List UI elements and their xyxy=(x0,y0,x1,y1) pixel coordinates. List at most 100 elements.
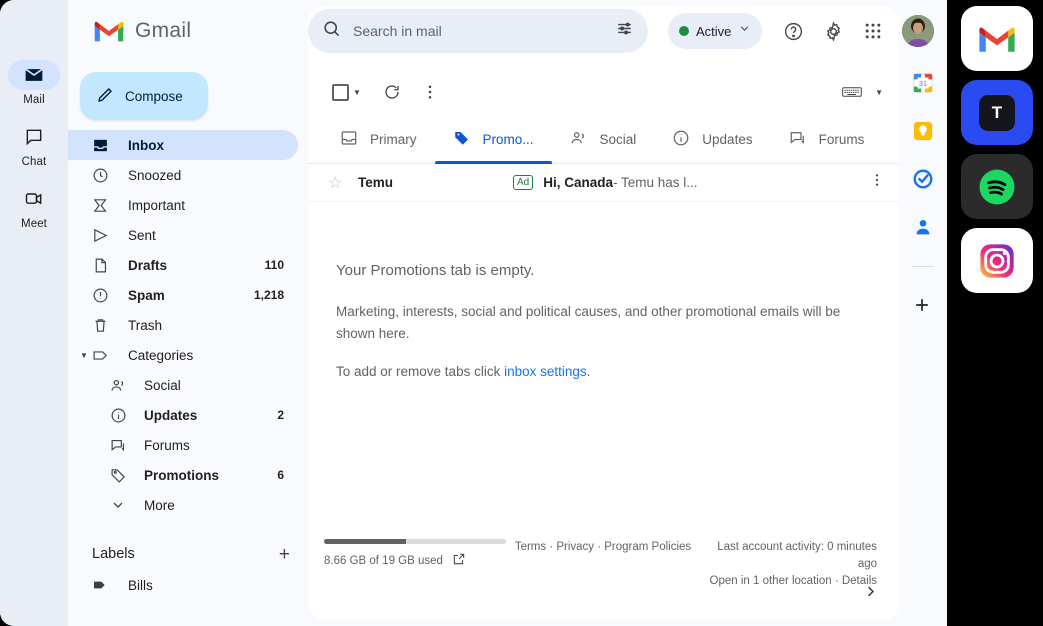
sidebar-item-drafts[interactable]: Drafts 110 xyxy=(68,250,298,280)
tab-primary[interactable]: Primary xyxy=(322,116,435,163)
labels-title: Labels xyxy=(92,546,135,562)
chevron-down-icon xyxy=(738,22,751,40)
tag-filled-icon xyxy=(92,577,114,593)
sidebar-item-sent[interactable]: Sent xyxy=(68,220,298,250)
gmail-logo-icon xyxy=(92,18,126,44)
rail-item-mail[interactable]: Mail xyxy=(6,60,62,106)
sidebar-item-more[interactable]: More xyxy=(68,490,298,520)
google-calendar-icon[interactable]: 31 xyxy=(912,72,934,94)
tab-label-updates: Updates xyxy=(702,132,752,147)
sidebar-item-promotions[interactable]: Promotions 6 xyxy=(68,460,298,490)
google-contacts-icon[interactable] xyxy=(912,216,934,238)
storage-section: 8.66 GB of 19 GB used xyxy=(324,539,514,569)
rail-item-chat[interactable]: Chat xyxy=(6,122,62,168)
mail-panel: ▼ ▼ xyxy=(308,6,899,620)
avatar[interactable] xyxy=(902,15,934,47)
add-app-icon[interactable] xyxy=(912,295,934,317)
status-chip[interactable]: Active xyxy=(668,13,762,49)
spam-icon xyxy=(92,287,114,304)
help-icon[interactable] xyxy=(776,14,810,48)
select-all-checkbox[interactable]: ▼ xyxy=(326,84,361,101)
activity-line-3[interactable]: Open in 1 other location · Details xyxy=(692,573,877,590)
sidebar-item-spam[interactable]: Spam 1,218 xyxy=(68,280,298,310)
chat-icon xyxy=(8,122,60,152)
sidebar-item-categories[interactable]: ▼ Categories xyxy=(68,340,298,370)
spotify-app-icon[interactable] xyxy=(961,154,1033,219)
header-icons xyxy=(776,14,934,48)
info-icon xyxy=(110,407,132,424)
compose-button[interactable]: Compose xyxy=(80,72,208,120)
create-label-button[interactable]: + xyxy=(279,545,290,564)
compose-label: Compose xyxy=(125,89,183,104)
draft-icon xyxy=(92,257,114,274)
rail-item-meet[interactable]: Meet xyxy=(6,184,62,230)
chevron-down-icon[interactable]: ▼ xyxy=(353,88,361,97)
more-options-button[interactable] xyxy=(413,75,447,109)
side-apps-panel: 31 xyxy=(899,0,947,626)
people-icon xyxy=(570,129,588,150)
table-row[interactable]: ☆ Temu Ad Hi, Canada - Temu has l... xyxy=(308,164,899,202)
search-bar[interactable] xyxy=(308,9,648,53)
caret-down-icon: ▼ xyxy=(80,351,88,360)
sidebar-item-social[interactable]: Social xyxy=(68,370,298,400)
apps-grid-icon[interactable] xyxy=(856,14,890,48)
storage-bar-fill xyxy=(324,539,406,544)
activity-line-1: Last account activity: 0 minutes xyxy=(692,539,877,556)
mail-sender: Temu xyxy=(358,175,513,190)
google-tasks-icon[interactable] xyxy=(912,168,934,190)
sidebar-item-trash[interactable]: Trash xyxy=(68,310,298,340)
chevron-down-icon[interactable]: ▼ xyxy=(875,88,883,97)
chevron-down-icon xyxy=(110,497,132,513)
empty-hint-suffix: . xyxy=(587,364,591,379)
sidebar-label-important: Important xyxy=(128,198,185,213)
label-icon xyxy=(92,347,114,364)
sidebar-item-forums[interactable]: Forums xyxy=(68,430,298,460)
tune-icon[interactable] xyxy=(615,19,634,43)
google-keep-icon[interactable] xyxy=(912,120,934,142)
sidebar-label-drafts: Drafts xyxy=(128,258,167,273)
todoist-app-icon[interactable]: T xyxy=(961,80,1033,145)
more-vertical-icon[interactable] xyxy=(869,172,885,193)
sidebar-item-updates[interactable]: Updates 2 xyxy=(68,400,298,430)
sidebar-item-inbox[interactable]: Inbox xyxy=(68,130,298,160)
empty-hint: To add or remove tabs click inbox settin… xyxy=(336,361,856,383)
sidebar-item-snoozed[interactable]: Snoozed xyxy=(68,160,298,190)
footer: 8.66 GB of 19 GB used Terms · Privacy · … xyxy=(308,539,899,590)
tab-updates[interactable]: Updates xyxy=(654,116,770,163)
mail-icon xyxy=(8,60,60,90)
gmail-app-icon[interactable] xyxy=(961,6,1033,71)
sidebar-label-snoozed: Snoozed xyxy=(128,168,181,183)
sidebar: Gmail Compose Inbox Snoozed xyxy=(68,0,308,626)
divider xyxy=(912,266,934,267)
gmail-window: Mail Chat Meet xyxy=(0,0,947,626)
forum-icon xyxy=(789,129,807,150)
clock-icon xyxy=(92,167,114,184)
search-icon xyxy=(322,19,341,43)
open-in-new-icon[interactable] xyxy=(452,552,466,569)
tab-social[interactable]: Social xyxy=(552,116,655,163)
storage-bar xyxy=(324,539,506,544)
settings-gear-icon[interactable] xyxy=(816,14,850,48)
sidebar-label-social: Social xyxy=(144,378,181,393)
inbox-tabs: Primary Promo... Social Updates xyxy=(308,116,899,164)
star-outline-icon[interactable]: ☆ xyxy=(328,173,358,193)
label-item-bills[interactable]: Bills xyxy=(68,570,298,600)
send-icon xyxy=(92,227,114,244)
sidebar-label-spam: Spam xyxy=(128,288,165,303)
tab-label-primary: Primary xyxy=(370,132,417,147)
refresh-button[interactable] xyxy=(375,75,409,109)
tab-label-promotions: Promo... xyxy=(483,132,534,147)
sidebar-label-categories: Categories xyxy=(128,348,193,363)
inbox-settings-link[interactable]: inbox settings xyxy=(504,364,587,379)
important-icon xyxy=(92,197,114,214)
brand-text: Gmail xyxy=(135,19,191,43)
keyboard-icon[interactable] xyxy=(835,75,869,109)
tab-forums[interactable]: Forums xyxy=(771,116,883,163)
checkbox-icon xyxy=(332,84,349,101)
instagram-app-icon[interactable] xyxy=(961,228,1033,293)
search-input[interactable] xyxy=(353,23,603,39)
footer-links[interactable]: Terms · Privacy · Program Policies xyxy=(514,539,692,553)
sidebar-item-important[interactable]: Important xyxy=(68,190,298,220)
tab-promotions[interactable]: Promo... xyxy=(435,116,552,163)
chevron-right-icon[interactable] xyxy=(855,576,885,606)
